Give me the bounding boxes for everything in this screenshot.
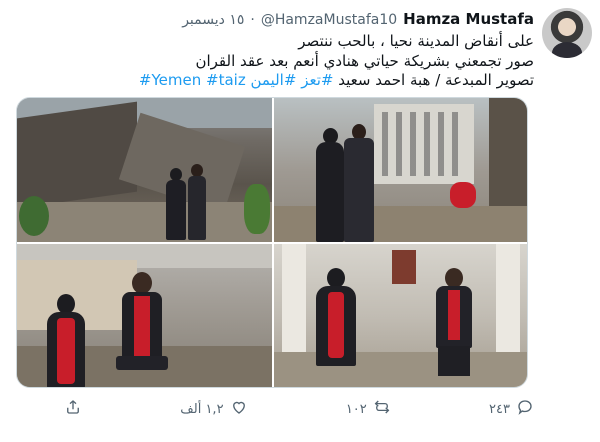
photo-couple-sitting[interactable] [17,244,272,387]
hashtag-taiz-ar[interactable]: #تعز [301,71,333,89]
heart-icon [230,398,248,420]
tweet-line: على أنقاض المدينة نحيا ، بالحب ننتصر [298,32,534,50]
avatar[interactable] [542,8,592,58]
hashtag-yemen-ar[interactable]: #اليمن [251,71,297,89]
retweet-count: ١٠٢ [345,401,367,417]
retweet-button[interactable]: ١٠٢ [346,398,391,420]
tweet[interactable]: Hamza Mustafa @HamzaMustafa10 · ١٥ ديسمب… [0,0,600,442]
tweet-line-credits: تصوير المبدعة / هبة احمد سعيد #تعز #اليم… [14,71,534,91]
like-button[interactable]: ١,٢ ألف [180,398,247,420]
tweet-line: صور تجمعني بشريكة حياتي هنادي أنعم بعد ع… [195,51,534,70]
tweet-text: على أنقاض المدينة نحيا ، بالحب ننتصر صور… [14,32,534,91]
photo-couple-building[interactable] [274,98,527,242]
reply-icon [516,398,534,420]
tweet-header: Hamza Mustafa @HamzaMustafa10 · ١٥ ديسمب… [182,10,534,28]
hashtag-yemen[interactable]: #Yemen [139,71,201,89]
retweet-icon [373,398,391,420]
display-name[interactable]: Hamza Mustafa [403,10,534,28]
tweet-date[interactable]: ١٥ ديسمبر [182,12,244,28]
separator-dot: · [250,12,255,28]
photo-credit: تصوير المبدعة / هبة احمد سعيد [333,71,534,89]
share-button[interactable] [64,398,82,420]
tweet-actions: ٢٤٣ ١٠٢ ١,٢ ألف [64,398,534,420]
hashtag-taiz[interactable]: #taiz [206,71,246,89]
like-count: ١,٢ ألف [180,401,224,417]
photo-couple-seated[interactable] [274,244,527,387]
share-icon [64,398,82,420]
user-handle[interactable]: @HamzaMustafa10 [261,12,397,28]
reply-count: ٢٤٣ [489,401,510,417]
photo-ruins-walking[interactable] [17,98,272,242]
photo-grid [16,97,528,388]
reply-button[interactable]: ٢٤٣ [489,398,534,420]
